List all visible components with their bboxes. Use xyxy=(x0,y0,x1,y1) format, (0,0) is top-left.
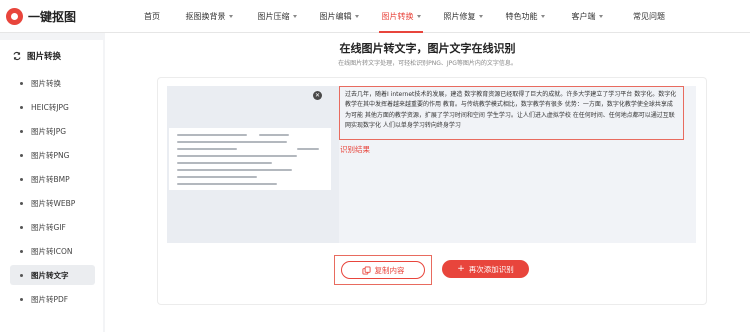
page-title: 在线图片转文字，图片文字在线识别 xyxy=(339,42,516,55)
nav-item-label: 抠图换背景 xyxy=(185,12,226,21)
document-text-line xyxy=(177,134,247,136)
page-subtitle: 在线图片转文字处理，可轻松识别PNG、JPG等图片内的文字信息。 xyxy=(338,60,517,67)
nav-item[interactable]: 图片编辑 xyxy=(308,0,370,33)
sidebar-item-label: 图片转ICON xyxy=(31,246,73,256)
bullet-icon xyxy=(20,129,23,133)
main-nav: 首页 抠图换背景 图片压缩 图片编辑 图片转换 照片修复 特色功能 客户端 常见问题 xyxy=(132,0,680,33)
sidebar-item[interactable]: 图片转换 xyxy=(10,73,95,93)
nav-item-label: 图片压缩 xyxy=(257,12,290,21)
nav-item[interactable]: 抠图换背景 xyxy=(172,0,246,33)
sidebar-item-label: 图片转GIF xyxy=(31,222,66,232)
logo-circle-icon xyxy=(6,8,23,25)
chevron-down-icon xyxy=(416,15,421,18)
bullet-icon xyxy=(20,249,23,253)
bullet-icon xyxy=(20,81,23,85)
chevron-down-icon xyxy=(292,15,297,18)
nav-item[interactable]: 客户端 xyxy=(556,0,618,33)
nav-item[interactable]: 特色功能 xyxy=(494,0,556,33)
copy-button-label: 复制内容 xyxy=(374,265,405,275)
nav-item-label: 图片编辑 xyxy=(319,12,352,21)
nav-item-label: 客户端 xyxy=(571,12,596,21)
bullet-icon xyxy=(20,105,23,109)
main-content: 在线图片转文字，图片文字在线识别 在线图片转文字处理，可轻松识别PNG、JPG等… xyxy=(105,33,750,332)
nav-item[interactable]: 常见问题 xyxy=(618,0,680,33)
document-text-line xyxy=(177,162,272,164)
nav-item[interactable]: 图片转换 xyxy=(370,0,432,33)
chevron-down-icon xyxy=(478,15,483,18)
bullet-icon xyxy=(20,153,23,157)
sidebar-header-label: 图片转换 xyxy=(27,52,62,62)
sidebar-item[interactable]: HEIC转JPG xyxy=(10,97,95,117)
result-area: 过去几年，随着I internet技术的发展，建造 数字教育资源已经取得了巨大的… xyxy=(339,86,696,243)
sidebar: 图片转换 图片转换 HEIC转JPG 图片转JPG 图片转PNG 图片转BMP 图片转WE… xyxy=(0,40,103,332)
sidebar-item-label: 图片转WEBP xyxy=(31,198,76,208)
sidebar-item-label: 图片转文字 xyxy=(31,270,69,280)
add-again-button-label: 再次添加识别 xyxy=(468,264,514,274)
sidebar-item[interactable]: 图片转GIF xyxy=(10,217,95,237)
bullet-icon xyxy=(20,273,23,277)
logo-text: 一键抠图 xyxy=(28,10,77,24)
sidebar-item-label: 图片转PDF xyxy=(31,294,69,304)
image-preview: ✕ xyxy=(167,86,339,243)
sidebar-item-label: 图片转BMP xyxy=(31,174,70,184)
nav-item-label: 首页 xyxy=(144,12,160,21)
document-text-line xyxy=(177,141,287,143)
chevron-down-icon xyxy=(228,15,233,18)
result-text[interactable]: 过去几年，随着I internet技术的发展，建造 数字教育资源已经取得了巨大的… xyxy=(339,86,684,140)
close-icon[interactable]: ✕ xyxy=(313,91,322,100)
sidebar-item-label: HEIC转JPG xyxy=(31,102,69,112)
copy-button[interactable]: 复制内容 xyxy=(341,261,425,279)
nav-item-label: 图片转换 xyxy=(381,12,414,21)
sidebar-item[interactable]: 图片转文字 xyxy=(10,265,95,285)
document-text-line xyxy=(259,134,289,136)
nav-item-label: 照片修复 xyxy=(443,12,476,21)
nav-item[interactable]: 照片修复 xyxy=(432,0,494,33)
sidebar-item[interactable]: 图片转ICON xyxy=(10,241,95,261)
nav-item-label: 特色功能 xyxy=(505,12,538,21)
result-label: 识别结果 xyxy=(340,145,370,154)
plus-icon: + xyxy=(457,263,465,274)
sidebar-item[interactable]: 图片转PDF xyxy=(10,289,95,309)
bullet-icon xyxy=(20,297,23,301)
copy-icon xyxy=(361,265,371,275)
copy-button-highlight: 复制内容 xyxy=(334,255,432,285)
nav-item-label: 常见问题 xyxy=(633,12,665,21)
bullet-icon xyxy=(20,177,23,181)
chevron-down-icon xyxy=(598,15,603,18)
top-navigation: 一键抠图 首页 抠图换背景 图片压缩 图片编辑 图片转换 照片修复 特色功能 客户端 常见问题 xyxy=(0,0,750,33)
logo[interactable]: 一键抠图 xyxy=(6,8,76,25)
bullet-icon xyxy=(20,201,23,205)
document-text-line xyxy=(177,148,237,150)
sidebar-item[interactable]: 图片转WEBP xyxy=(10,193,95,213)
uploaded-image xyxy=(169,128,331,190)
sidebar-item[interactable]: 图片转BMP xyxy=(10,169,95,189)
nav-item[interactable]: 首页 xyxy=(132,0,172,33)
sidebar-item-label: 图片转PNG xyxy=(31,150,70,160)
chevron-down-icon xyxy=(540,15,545,18)
document-text-line xyxy=(177,169,292,171)
document-text-line xyxy=(177,183,277,185)
ocr-panel: ✕ 过去几年，随着I internet技术的发展，建造 数字教育资源已经取得了巨… xyxy=(157,77,707,305)
sidebar-item-label: 图片转换 xyxy=(31,78,61,88)
bullet-icon xyxy=(20,225,23,229)
document-text-line xyxy=(297,148,319,150)
document-text-line xyxy=(177,176,257,178)
sidebar-item[interactable]: 图片转JPG xyxy=(10,121,95,141)
add-again-button[interactable]: + 再次添加识别 xyxy=(442,260,529,278)
chevron-down-icon xyxy=(354,15,359,18)
sidebar-item[interactable]: 图片转PNG xyxy=(10,145,95,165)
nav-item[interactable]: 图片压缩 xyxy=(246,0,308,33)
document-text-line xyxy=(177,155,297,157)
convert-icon xyxy=(13,51,21,61)
sidebar-header: 图片转换 xyxy=(12,50,61,62)
sidebar-item-label: 图片转JPG xyxy=(31,126,67,136)
